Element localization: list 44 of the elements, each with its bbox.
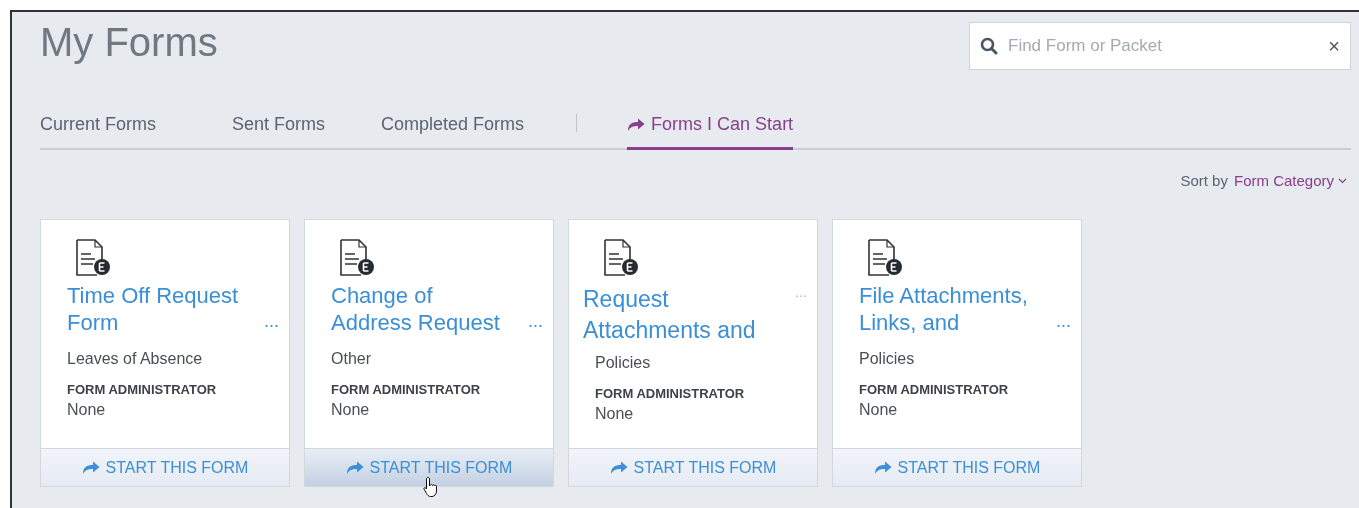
admin-value: None bbox=[331, 401, 371, 419]
more-button[interactable]: ... bbox=[528, 311, 543, 336]
share-arrow-icon bbox=[609, 460, 628, 475]
form-title-link[interactable]: Change of Address Request bbox=[331, 282, 500, 336]
share-arrow-icon bbox=[345, 460, 364, 475]
share-arrow-icon bbox=[873, 460, 892, 475]
admin-label: FORM ADMINISTRATOR bbox=[859, 382, 1010, 397]
more-button[interactable]: ... bbox=[264, 311, 279, 336]
admin-value: None bbox=[67, 401, 107, 419]
admin-label: FORM ADMINISTRATOR bbox=[331, 382, 482, 397]
admin-label: FORM ADMINISTRATOR bbox=[67, 382, 218, 397]
form-title-link[interactable]: File Attachments, Links, and bbox=[859, 282, 1028, 336]
form-title-link[interactable]: Request Attachments and bbox=[583, 284, 756, 346]
tab[interactable]: Current Forms bbox=[40, 114, 156, 150]
form-title-link[interactable]: Time Off Request Form bbox=[67, 282, 239, 336]
start-form-button[interactable]: START THIS FORM bbox=[833, 448, 1081, 486]
document-icon bbox=[339, 238, 375, 278]
more-button[interactable]: ... bbox=[795, 284, 807, 304]
tab[interactable]: Forms I Can Start bbox=[627, 114, 794, 150]
clear-button[interactable]: × bbox=[1328, 34, 1340, 58]
page-title: My Forms bbox=[40, 20, 218, 65]
search-icon bbox=[980, 37, 998, 55]
more-button[interactable]: ... bbox=[1056, 311, 1071, 336]
tab[interactable]: Sent Forms bbox=[232, 114, 326, 150]
start-form-button[interactable]: START THIS FORM bbox=[569, 448, 817, 486]
form-category: Policies bbox=[595, 354, 652, 372]
admin-value: None bbox=[859, 401, 899, 419]
document-icon bbox=[603, 238, 639, 278]
chevron-down-icon bbox=[1338, 177, 1347, 184]
start-form-button[interactable]: START THIS FORM bbox=[41, 448, 289, 486]
admin-value: None bbox=[595, 405, 635, 423]
document-icon bbox=[867, 238, 903, 278]
share-arrow-icon bbox=[81, 460, 100, 475]
form-category: Leaves of Absence bbox=[67, 350, 204, 368]
form-category: Policies bbox=[859, 350, 916, 368]
sort-label: Sort by bbox=[1180, 172, 1228, 189]
admin-label: FORM ADMINISTRATOR bbox=[595, 386, 746, 401]
start-form-button[interactable]: START THIS FORM bbox=[305, 448, 553, 486]
sort-dropdown[interactable]: Form Category bbox=[1233, 172, 1347, 189]
form-category: Other bbox=[331, 350, 372, 368]
document-icon bbox=[75, 238, 111, 278]
share-arrow-icon bbox=[627, 117, 646, 132]
search-field[interactable]: Find Form or Packet × bbox=[969, 22, 1351, 70]
tab[interactable]: Completed Forms bbox=[381, 114, 525, 150]
